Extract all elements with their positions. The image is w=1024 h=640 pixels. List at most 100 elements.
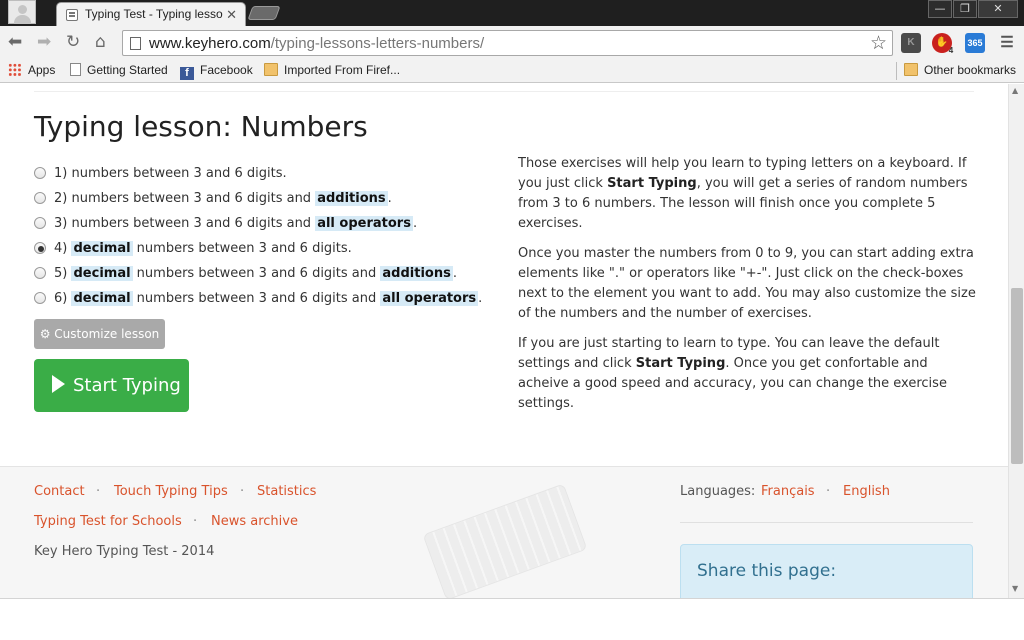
bookmark-label: Other bookmarks [924,63,1017,77]
radio-button-selected[interactable] [34,242,46,254]
url-domain: www.keyhero.com [149,35,271,52]
option-text: . [452,266,457,281]
bookmark-imported[interactable]: Imported From Firef... [264,63,400,77]
button-label: Customize lesson [54,327,160,341]
tab-title: Typing Test - Typing lesso [85,7,223,21]
share-panel: Share this page: [680,544,973,598]
footer-link-statistics[interactable]: Statistics [257,484,316,499]
page-scrollbar[interactable]: ▲ ▼ [1008,84,1024,598]
option-highlight: decimal [71,241,133,256]
description-paragraph-1: Those exercises will help you learn to t… [518,156,968,231]
page-favicon-icon [66,9,78,21]
option-number: 4) [54,241,68,256]
option-highlight: decimal [71,291,133,306]
separator-dot: · [96,484,101,499]
languages-label: Languages: [680,484,756,499]
page-content: Typing lesson: Numbers 1) numbers betwee… [0,84,1008,598]
extension-k-icon[interactable]: K [901,33,921,53]
browser-toolbar: ⬅ ➡ ↻ ⌂ www.keyhero.com/typing-lessons-l… [0,26,1024,59]
lesson-option-1[interactable]: 1) numbers between 3 and 6 digits. [34,164,287,184]
bookmark-label: Facebook [200,63,253,77]
language-link-french[interactable]: Français [761,484,815,499]
bookmark-other[interactable]: Other bookmarks [904,63,1016,77]
bookmark-label: Imported From Firef... [284,63,401,77]
option-text: numbers between 3 and 6 digits and [132,291,381,306]
option-number: 1) [54,166,68,181]
radio-button[interactable] [34,292,46,304]
separator-dot: · [240,484,245,499]
option-number: 6) [54,291,68,306]
lesson-option-6[interactable]: 6) decimal numbers between 3 and 6 digit… [34,289,482,309]
option-text: . [412,216,418,231]
scroll-up-arrow-icon[interactable]: ▲ [1012,86,1018,95]
tab-close-icon[interactable]: ✕ [226,7,237,23]
home-icon[interactable]: ⌂ [95,33,106,51]
lesson-option-2[interactable]: 2) numbers between 3 and 6 digits and ad… [34,189,392,209]
browser-tab[interactable]: Typing Test - Typing lesso ✕ [56,2,246,26]
option-highlight: additions [380,266,453,281]
bookmarks-divider [896,62,897,80]
start-typing-button[interactable]: Start Typing [34,359,189,412]
page-footer: Contact · Touch Typing Tips · Statistics… [0,466,1008,598]
bookmark-label: Getting Started [87,63,168,77]
facebook-icon: f [180,67,194,80]
address-bar[interactable]: www.keyhero.com/typing-lessons-letters-n… [122,30,893,56]
description-paragraph-3: If you are just starting to learn to typ… [518,336,947,411]
footer-link-tips[interactable]: Touch Typing Tips [114,484,228,499]
radio-button[interactable] [34,267,46,279]
bookmark-facebook[interactable]: f Facebook [180,63,253,80]
restore-button[interactable]: ❐ [953,0,977,18]
bookmark-star-icon[interactable]: ☆ [870,32,887,54]
option-highlight: additions [315,191,388,206]
gear-icon: ⚙ [39,327,51,341]
url-path: /typing-lessons-letters-numbers/ [270,35,485,52]
apps-grid-icon [8,63,22,76]
button-label: Start Typing [73,375,181,396]
lesson-option-3[interactable]: 3) numbers between 3 and 6 digits and al… [34,214,417,234]
option-text: numbers between 3 and 6 digits and [71,191,316,206]
window-bottom-edge [0,598,1024,640]
menu-icon[interactable]: ☰ [997,33,1017,53]
forward-arrow-icon[interactable]: ➡ [37,33,51,51]
scroll-down-arrow-icon[interactable]: ▼ [1012,584,1018,593]
lesson-option-5[interactable]: 5) decimal numbers between 3 and 6 digit… [34,264,457,284]
language-link-english[interactable]: English [843,484,890,499]
customize-lesson-button[interactable]: ⚙ Customize lesson [34,319,165,349]
bookmarks-bar: Apps Getting Started f Facebook Imported … [0,59,1024,83]
play-icon [52,375,65,393]
radio-button[interactable] [34,167,46,179]
minimize-button[interactable]: — [928,0,952,18]
profile-avatar-icon[interactable] [8,0,36,24]
bookmark-getting-started[interactable]: Getting Started [70,63,168,77]
share-heading: Share this page: [697,561,837,581]
divider [34,91,974,92]
lesson-option-4[interactable]: 4) decimal numbers between 3 and 6 digit… [34,239,352,259]
bookmark-label: Apps [28,63,56,77]
folder-icon [264,63,278,76]
option-number: 5) [54,266,68,281]
folder-icon [904,63,918,76]
reload-icon[interactable]: ↻ [66,33,80,51]
separator-dot: · [826,484,831,499]
footer-link-news[interactable]: News archive [211,514,298,529]
footer-link-contact[interactable]: Contact [34,484,85,499]
copyright-text: Key Hero Typing Test - 2014 [34,544,215,559]
option-text: numbers between 3 and 6 digits. [71,166,287,181]
radio-button[interactable] [34,217,46,229]
page-icon [70,63,81,76]
divider [680,522,973,523]
option-highlight: decimal [71,266,133,281]
url-text[interactable]: www.keyhero.com/typing-lessons-letters-n… [149,35,484,52]
radio-button[interactable] [34,192,46,204]
option-text: . [478,291,483,306]
new-tab-button[interactable] [247,6,281,20]
close-window-button[interactable]: ✕ [978,0,1018,18]
back-arrow-icon[interactable]: ⬅ [8,33,22,51]
browser-titlebar: Typing Test - Typing lesso ✕ — ❐ ✕ [0,0,1024,26]
scrollbar-thumb[interactable] [1011,288,1023,464]
bookmark-apps[interactable]: Apps [8,63,55,77]
footer-link-schools[interactable]: Typing Test for Schools [34,514,182,529]
office365-extension-icon[interactable]: 365 [965,33,985,53]
separator-dot: · [193,514,198,529]
option-text: numbers between 3 and 6 digits. [132,241,352,256]
